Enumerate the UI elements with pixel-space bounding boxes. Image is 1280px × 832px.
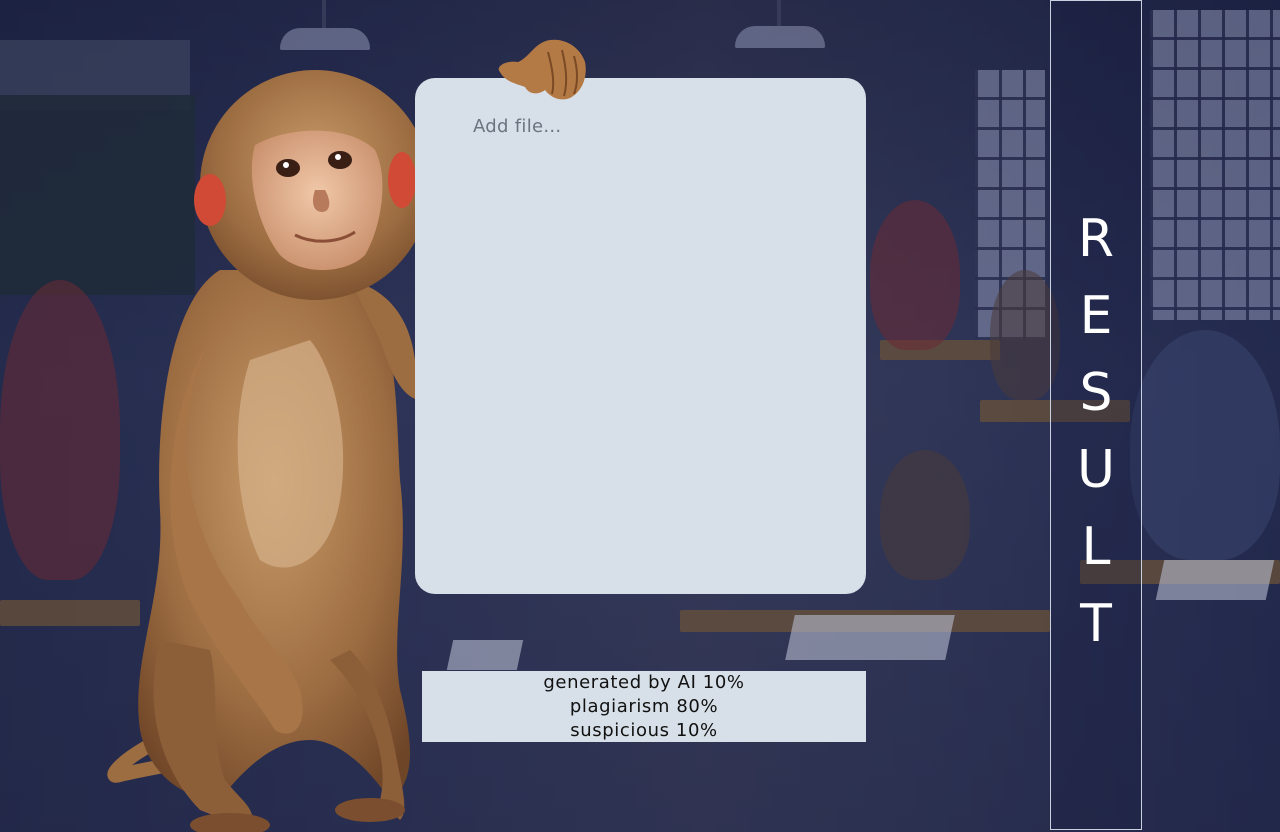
file-upload-dropzone[interactable]: Add file... bbox=[415, 78, 866, 594]
background-lamp bbox=[735, 0, 825, 48]
result-letter: L bbox=[1081, 517, 1111, 577]
result-letter: R bbox=[1077, 209, 1115, 269]
result-button[interactable]: R E S U L T bbox=[1050, 0, 1142, 830]
analysis-result-panel: generated by AI 10% plagiarism 80% suspi… bbox=[422, 671, 866, 742]
ai-generated-stat: generated by AI 10% bbox=[543, 671, 745, 693]
add-file-label[interactable]: Add file... bbox=[473, 116, 561, 137]
result-letter: S bbox=[1079, 363, 1113, 423]
result-letter: E bbox=[1079, 286, 1113, 346]
suspicious-stat: suspicious 10% bbox=[570, 719, 718, 741]
background-paper bbox=[446, 640, 524, 670]
background-student bbox=[1130, 330, 1280, 560]
background-paper bbox=[1155, 560, 1275, 600]
background-window bbox=[1150, 10, 1280, 320]
app-stage: Add file... generated by AI 10% plagiari… bbox=[0, 0, 1280, 832]
background-student bbox=[880, 450, 970, 580]
result-letter: U bbox=[1076, 440, 1116, 500]
monkey-mascot-illustration bbox=[107, 70, 430, 832]
plagiarism-stat: plagiarism 80% bbox=[569, 695, 719, 717]
result-letter: T bbox=[1080, 594, 1112, 654]
background-paper bbox=[785, 615, 955, 660]
result-button-label: R E S U L T bbox=[1051, 201, 1141, 663]
monkey-hand-illustration bbox=[498, 39, 586, 100]
background-student bbox=[870, 200, 960, 350]
